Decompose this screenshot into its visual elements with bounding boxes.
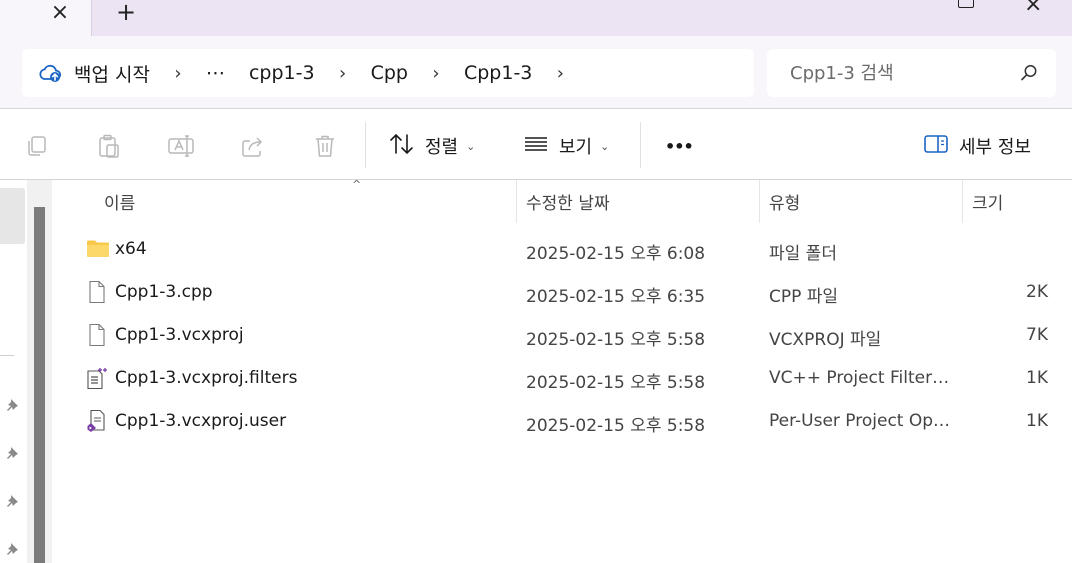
- file-date: 2025-02-15 오후 5:58: [526, 373, 706, 393]
- toolbar-divider: [640, 122, 641, 168]
- file-size: 2K: [1026, 282, 1048, 302]
- cloud-backup-icon: [38, 61, 62, 85]
- file-date: 2025-02-15 오후 5:58: [526, 330, 706, 350]
- file-name: Cpp1-3.vcxproj: [115, 325, 244, 345]
- breadcrumb-separator[interactable]: ›: [430, 63, 442, 84]
- navigation-pane: [0, 180, 52, 563]
- file-date: 2025-02-15 오후 6:08: [526, 244, 706, 264]
- chevron-down-icon: ⌄: [466, 139, 476, 153]
- maximize-icon[interactable]: [958, 0, 974, 8]
- file-size: 1K: [1026, 368, 1048, 388]
- column-header-name[interactable]: 이름: [104, 189, 135, 214]
- sort-button[interactable]: 정렬 ⌄: [389, 126, 475, 166]
- toolbar-divider: [365, 122, 366, 168]
- filters-file-icon: [86, 366, 108, 390]
- breadcrumb-separator[interactable]: ›: [172, 63, 184, 84]
- navigation-bar: 백업 시작 › ⋯ cpp1-3 › Cpp › Cpp1-3 ›: [0, 36, 1072, 109]
- view-label: 보기: [559, 137, 593, 158]
- breadcrumb-item-cpp1-3[interactable]: cpp1-3: [249, 62, 315, 84]
- column-divider[interactable]: [759, 180, 760, 223]
- close-tab-icon[interactable]: ×: [47, 0, 73, 25]
- file-name: Cpp1-3.vcxproj.filters: [115, 368, 298, 388]
- details-pane-button[interactable]: 세부 정보: [923, 126, 1031, 166]
- file-date: 2025-02-15 오후 5:58: [526, 416, 706, 436]
- file-type: 파일 폴더: [769, 244, 837, 264]
- vs-user-file-icon: [86, 409, 108, 433]
- column-header-type[interactable]: 유형: [769, 189, 800, 214]
- breadcrumb-item-current[interactable]: Cpp1-3: [464, 62, 532, 84]
- details-pane-icon: [923, 133, 949, 160]
- file-name: x64: [115, 239, 147, 259]
- column-header-modified[interactable]: 수정한 날짜: [526, 189, 610, 214]
- file-type: VCXPROJ 파일: [769, 330, 882, 350]
- breadcrumb-separator[interactable]: ›: [337, 63, 349, 84]
- pin-icon[interactable]: [5, 445, 21, 461]
- details-label: 세부 정보: [959, 137, 1031, 158]
- search-box: [767, 49, 1056, 97]
- file-type: CPP 파일: [769, 287, 839, 307]
- more-options-button[interactable]: •••: [665, 126, 694, 166]
- file-type: VC++ Project Filters ...: [769, 368, 954, 388]
- column-header-row: ^ 이름 수정한 날짜 유형 크기: [52, 178, 1072, 223]
- delete-icon[interactable]: [312, 133, 338, 159]
- file-icon: [86, 280, 108, 304]
- file-name: Cpp1-3.cpp: [115, 282, 213, 302]
- breadcrumb-item-backup[interactable]: 백업 시작: [74, 60, 150, 87]
- search-input[interactable]: [767, 49, 1007, 97]
- breadcrumb[interactable]: 백업 시작 › ⋯ cpp1-3 › Cpp › Cpp1-3 ›: [22, 49, 754, 97]
- file-size: 7K: [1026, 325, 1048, 345]
- folder-icon: [86, 237, 109, 261]
- file-row[interactable]: Cpp1-3.vcxproj 2025-02-15 오후 5:58 VCXPRO…: [52, 315, 1072, 357]
- pin-icon[interactable]: [5, 541, 21, 557]
- column-divider[interactable]: [962, 180, 963, 223]
- window-close-icon[interactable]: ×: [1024, 0, 1042, 17]
- file-row[interactable]: Cpp1-3.vcxproj.user 2025-02-15 오후 5:58 P…: [52, 401, 1072, 443]
- share-icon[interactable]: [240, 133, 266, 159]
- file-row[interactable]: Cpp1-3.cpp 2025-02-15 오후 6:35 CPP 파일 2K: [52, 272, 1072, 314]
- sort-ascending-icon: ^: [352, 178, 362, 191]
- file-row[interactable]: x64 2025-02-15 오후 6:08 파일 폴더: [52, 229, 1072, 271]
- file-type: Per-User Project Opt...: [769, 411, 954, 431]
- active-tab[interactable]: ×: [0, 0, 92, 36]
- column-divider[interactable]: [516, 180, 517, 223]
- pin-icon[interactable]: [5, 493, 21, 509]
- file-name: Cpp1-3.vcxproj.user: [115, 411, 287, 431]
- search-icon[interactable]: [1019, 63, 1039, 83]
- tab-strip: × + ×: [0, 0, 1072, 36]
- column-header-size[interactable]: 크기: [972, 189, 1003, 214]
- command-bar: 정렬 ⌄ 보기 ⌄ ••• 세부 정보: [0, 110, 1072, 180]
- sort-icon: [389, 132, 415, 161]
- file-size: 1K: [1026, 411, 1048, 431]
- view-list-icon: [523, 134, 549, 159]
- sort-label: 정렬: [425, 137, 459, 158]
- selected-nav-item[interactable]: [0, 188, 25, 244]
- file-row[interactable]: Cpp1-3.vcxproj.filters 2025-02-15 오후 5:5…: [52, 358, 1072, 400]
- rename-icon[interactable]: [167, 133, 194, 159]
- copy-icon[interactable]: [24, 133, 50, 159]
- file-date: 2025-02-15 오후 6:35: [526, 287, 706, 307]
- pin-icon[interactable]: [5, 397, 21, 413]
- breadcrumb-item-cpp[interactable]: Cpp: [371, 62, 408, 84]
- scrollbar-thumb[interactable]: [34, 207, 45, 563]
- file-icon: [86, 323, 108, 347]
- chevron-down-icon: ⌄: [600, 139, 610, 153]
- paste-icon[interactable]: [96, 133, 122, 159]
- nav-divider: [0, 355, 14, 356]
- view-button[interactable]: 보기 ⌄: [523, 126, 609, 166]
- new-tab-icon[interactable]: +: [113, 0, 139, 26]
- breadcrumb-overflow[interactable]: ⋯: [206, 62, 226, 84]
- breadcrumb-separator[interactable]: ›: [554, 63, 566, 84]
